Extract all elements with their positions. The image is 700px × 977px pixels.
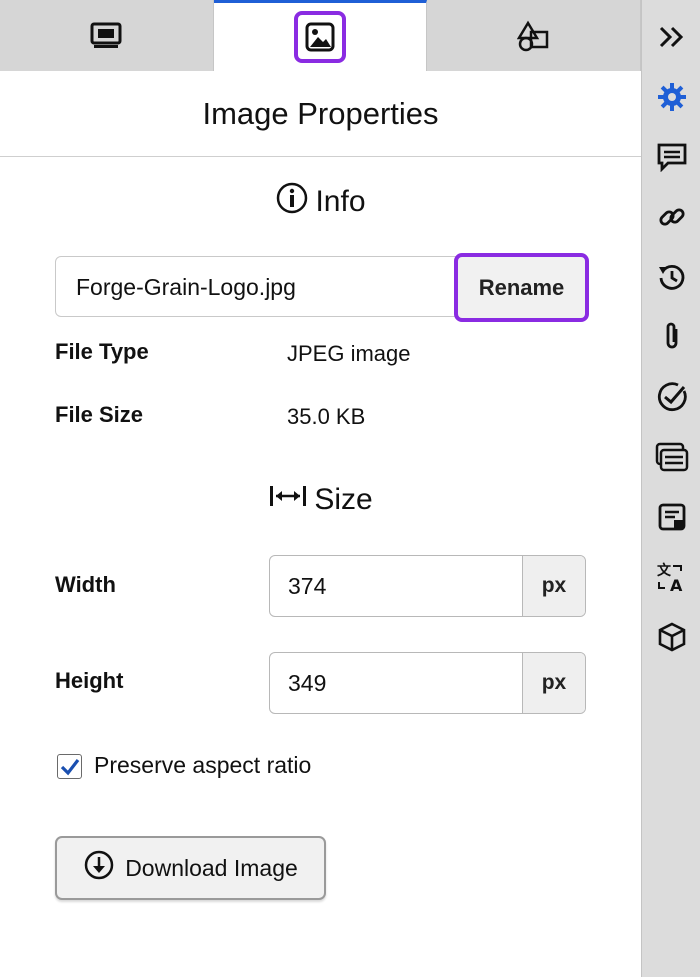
width-input[interactable]: 374 px <box>269 555 586 617</box>
monitor-icon <box>80 10 132 62</box>
note-icon[interactable] <box>642 497 700 537</box>
tab-shapes[interactable] <box>427 0 642 71</box>
translate-icon[interactable]: 文A <box>642 557 700 597</box>
history-icon[interactable] <box>642 257 700 297</box>
preserve-aspect-label: Preserve aspect ratio <box>94 752 312 778</box>
image-icon <box>294 11 346 63</box>
collapse-icon[interactable] <box>642 17 700 57</box>
resize-horizontal-icon <box>268 483 308 517</box>
svg-text:A: A <box>670 576 683 594</box>
check-circle-icon[interactable] <box>642 377 700 417</box>
file-type-value: JPEG image <box>287 341 411 366</box>
rename-button[interactable]: Rename <box>454 253 589 322</box>
tab-monitor[interactable] <box>0 0 214 71</box>
info-section-title: Info <box>0 180 641 224</box>
height-input[interactable]: 349 px <box>269 652 586 714</box>
file-size-value: 35.0 KB <box>287 404 366 429</box>
panel-title: Image Properties <box>0 71 641 157</box>
properties-panel: Image Properties Info Forge-Grain-Logo.j… <box>0 0 642 977</box>
width-label: Width <box>55 572 116 597</box>
checkmark-icon <box>60 758 79 775</box>
cube-icon[interactable] <box>642 617 700 657</box>
download-label: Download Image <box>125 854 298 881</box>
file-type-label: File Type <box>55 339 149 364</box>
size-title: Size <box>314 483 373 516</box>
list-icon[interactable] <box>642 437 700 477</box>
width-unit: px <box>522 556 585 616</box>
right-sidebar: 文A <box>641 0 700 977</box>
info-title: Info <box>315 185 366 218</box>
download-image-button[interactable]: Download Image <box>55 836 326 900</box>
settings-icon[interactable] <box>642 77 700 117</box>
preserve-aspect-checkbox[interactable] <box>57 754 82 779</box>
height-value: 349 <box>288 670 327 696</box>
download-icon <box>83 849 115 887</box>
filename-value: Forge-Grain-Logo.jpg <box>76 274 296 300</box>
height-unit: px <box>522 653 585 713</box>
comment-icon[interactable] <box>642 137 700 177</box>
width-value: 374 <box>288 573 327 599</box>
attachment-icon[interactable] <box>642 317 700 357</box>
tab-image[interactable] <box>213 0 428 71</box>
tab-bar <box>0 0 642 71</box>
link-icon[interactable] <box>642 197 700 237</box>
file-size-label: File Size <box>55 402 144 427</box>
size-section-title: Size <box>0 478 641 522</box>
height-label: Height <box>55 668 124 693</box>
shapes-icon <box>508 10 560 62</box>
info-icon <box>275 181 309 223</box>
